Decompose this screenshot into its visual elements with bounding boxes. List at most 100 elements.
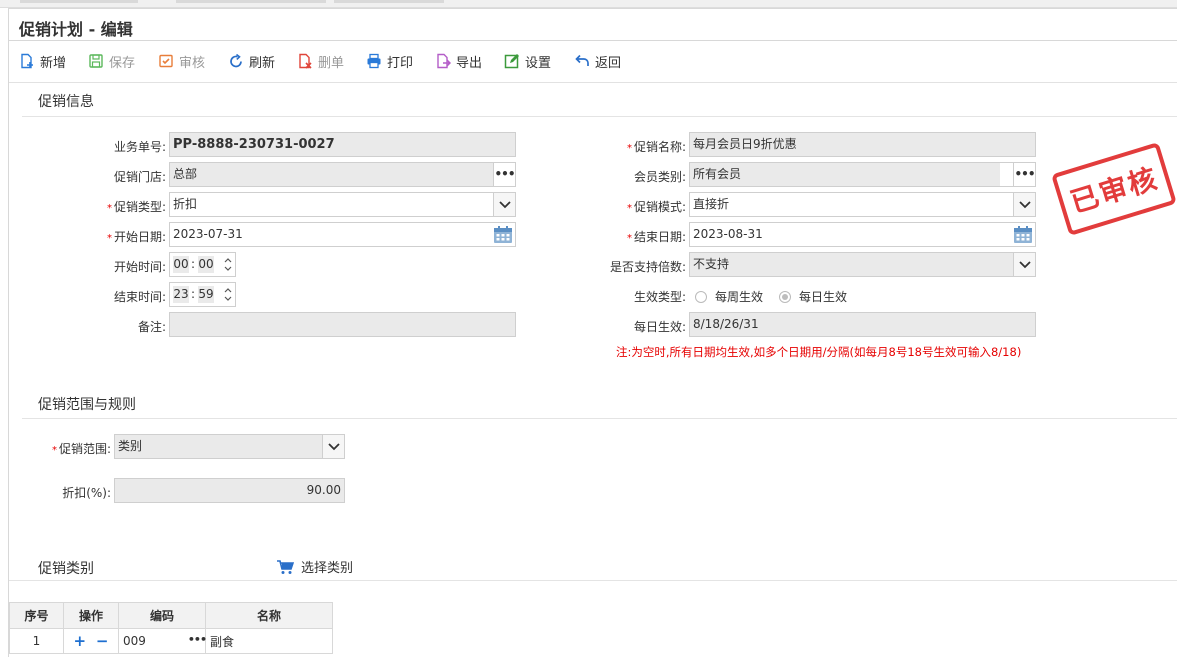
settings-button[interactable]: 设置 (504, 50, 551, 72)
type-select[interactable]: 折扣 (169, 192, 516, 217)
tab-stub[interactable] (20, 0, 138, 3)
table-row[interactable]: 1 + − 009 ••• 副食 (9, 628, 333, 654)
delete-button[interactable]: 删单 (297, 50, 344, 72)
store-value-bg (170, 163, 493, 186)
radio-daily[interactable]: 每日生效 (779, 288, 847, 305)
store-label: 促销门店: (113, 170, 166, 184)
refresh-button[interactable]: 刷新 (228, 50, 275, 72)
multiple-label: 是否支持倍数: (609, 260, 686, 274)
save-icon (89, 54, 103, 68)
save-button[interactable]: 保存 (88, 50, 135, 72)
add-row-icon[interactable]: + (74, 632, 87, 650)
time-colon: : (191, 257, 196, 271)
add-doc-icon (21, 53, 33, 69)
top-tab-strip (0, 0, 1177, 8)
type-label-text: 促销类型: (113, 200, 166, 214)
section-title-scope: 促销范围与规则 (38, 397, 136, 413)
tab-stub[interactable] (334, 0, 444, 3)
store-picker-button[interactable]: ••• (493, 163, 515, 186)
daily-field[interactable]: 8/18/26/31 (689, 312, 1036, 337)
cell-name: 副食 (205, 628, 333, 654)
cell-index: 1 (9, 628, 64, 654)
start-minute[interactable]: 00 (198, 256, 214, 273)
export-button[interactable]: 导出 (435, 50, 482, 72)
print-button[interactable]: 打印 (366, 50, 413, 72)
new-button[interactable]: 新增 (19, 50, 66, 72)
col-header-code: 编码 (118, 602, 206, 629)
refresh-icon (230, 53, 242, 68)
category-table: 序号 操作 编码 名称 1 + − 009 ••• 副食 (9, 602, 333, 654)
audit-label: 审核 (179, 55, 206, 71)
remark-field[interactable] (169, 312, 516, 337)
range-select[interactable]: 类别 (114, 434, 345, 459)
store-field[interactable]: 总部 ••• (169, 162, 516, 187)
discount-label: 折扣(%): (62, 486, 111, 500)
member-value: 所有会员 (693, 167, 742, 181)
end-hour[interactable]: 23 (173, 286, 189, 303)
multiple-dropdown-button[interactable] (1013, 253, 1035, 276)
member-field[interactable]: 所有会员 ••• (689, 162, 1036, 187)
end-time-label: 结束时间: (113, 290, 166, 304)
audit-icon (159, 54, 173, 68)
required-marker: * (626, 143, 632, 154)
end-minute[interactable]: 59 (198, 286, 214, 303)
radio-daily-label: 每日生效 (799, 290, 848, 304)
remove-row-icon[interactable]: − (96, 632, 109, 650)
range-dropdown-button[interactable] (322, 435, 344, 458)
back-arrow-icon (575, 54, 589, 66)
type-dropdown-button[interactable] (493, 193, 515, 216)
new-label: 新增 (40, 55, 67, 71)
required-marker: * (51, 445, 57, 456)
member-picker-button[interactable]: ••• (1013, 163, 1035, 186)
end-date-input[interactable]: 2023-08-31 (689, 222, 1036, 247)
doc-no-label: 业务单号: (113, 140, 166, 154)
cart-icon (277, 559, 294, 574)
remark-label: 备注: (137, 320, 166, 334)
print-icon (367, 53, 381, 69)
select-category-button[interactable]: 选择类别 (276, 557, 353, 576)
chevron-down-icon (327, 442, 340, 450)
type-value: 折扣 (173, 197, 198, 211)
ellipsis-icon: ••• (1014, 167, 1035, 181)
name-label-text: 促销名称: (633, 140, 686, 154)
settings-edit-icon (504, 54, 519, 69)
section-title-promo-info: 促销信息 (38, 94, 94, 110)
range-label: * 促销范围: (20, 440, 111, 457)
ellipsis-icon: ••• (494, 167, 515, 181)
print-label: 打印 (387, 55, 414, 71)
range-value: 类别 (118, 439, 143, 453)
member-label: 会员类别: (633, 170, 686, 184)
back-button[interactable]: 返回 (574, 50, 621, 72)
radio-circle[interactable] (695, 290, 707, 303)
audit-button[interactable]: 审核 (158, 50, 205, 72)
calendar-icon[interactable] (493, 225, 513, 244)
type-label: * 促销类型: (60, 198, 166, 215)
section-title-category: 促销类别 (38, 561, 94, 577)
end-time-input[interactable]: 23 : 59 (169, 282, 236, 307)
cell-code[interactable]: 009 ••• (118, 628, 207, 654)
discount-field[interactable]: 90.00 (114, 478, 345, 503)
divider (22, 418, 1177, 419)
radio-weekly[interactable]: 每周生效 (695, 288, 763, 305)
time-colon: : (191, 287, 196, 301)
end-date-label: * 结束日期: (580, 228, 686, 245)
multiple-select[interactable]: 不支持 (689, 252, 1036, 277)
doc-no-field[interactable]: PP-8888-230731-0027 (169, 132, 516, 157)
radio-circle-selected[interactable] (779, 290, 791, 303)
mode-select[interactable]: 直接折 (689, 192, 1036, 217)
mode-label: * 促销模式: (580, 198, 686, 215)
start-time-input[interactable]: 00 : 00 (169, 252, 236, 277)
start-date-input[interactable]: 2023-07-31 (169, 222, 516, 247)
required-marker: * (106, 233, 112, 244)
end-date-value: 2023-08-31 (693, 227, 763, 241)
mode-dropdown-button[interactable] (1013, 193, 1035, 216)
start-date-label: * 开始日期: (60, 228, 166, 245)
time-spinner-icon[interactable] (221, 253, 235, 276)
calendar-icon[interactable] (1013, 225, 1033, 244)
tab-stub[interactable] (176, 0, 326, 3)
divider (22, 116, 1177, 117)
start-hour[interactable]: 00 (173, 256, 189, 273)
promo-name-field[interactable]: 每月会员日9折优惠 (689, 132, 1036, 157)
time-spinner-icon[interactable] (221, 283, 235, 306)
ellipsis-icon[interactable]: ••• (188, 633, 207, 646)
